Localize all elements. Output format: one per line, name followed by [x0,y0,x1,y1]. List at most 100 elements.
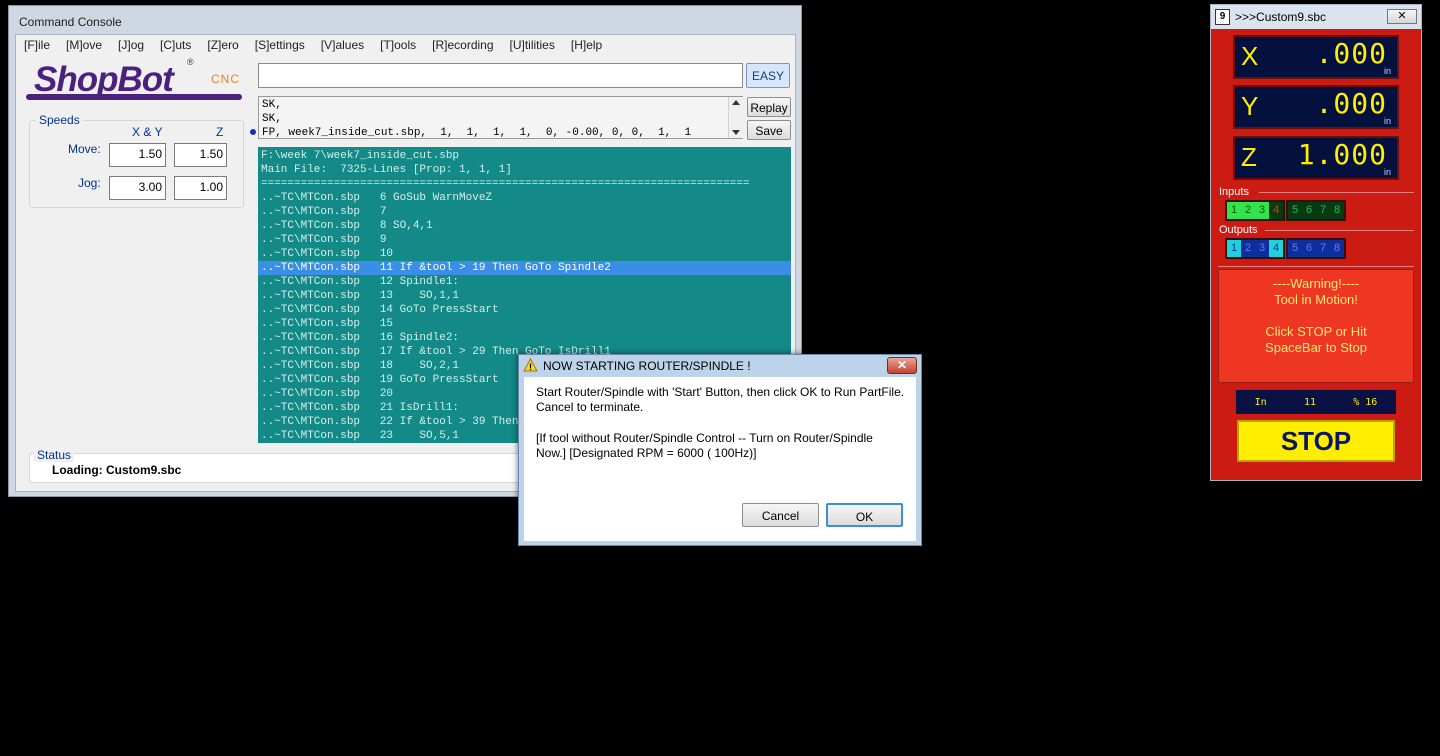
axis-unit: in [1383,167,1391,177]
command-input[interactable] [258,63,743,88]
move-z-speed-field[interactable]: 1.50 [174,143,227,167]
led-group-5-8: 5678 [1286,238,1346,259]
inputs-divider [1259,192,1414,193]
warning-line: Click STOP or Hit [1265,324,1367,339]
stop-button[interactable]: STOP [1237,420,1395,462]
menu-item[interactable]: [R]ecording [424,35,501,55]
axis-letter: Y [1241,91,1259,121]
output-line[interactable]: ..~TC\MTCon.sbp 16 Spindle2: [258,331,791,345]
led-4[interactable]: 4 [1269,240,1283,257]
led-4: 4 [1269,202,1283,219]
warning-divider [1218,266,1414,267]
axis-unit: in [1383,116,1391,126]
led-7[interactable]: 7 [1316,240,1330,257]
position-display-window: 9 >>>Custom9.sbc ✕ X .000 in Y .000 in Z… [1210,4,1422,481]
logo-registered-mark: ® [187,57,194,67]
close-icon[interactable]: ✕ [1387,9,1417,24]
cancel-button[interactable]: Cancel [742,503,819,527]
output-line[interactable]: ..~TC\MTCon.sbp 10 [258,247,791,261]
axis-letter: Z [1241,142,1257,172]
menu-item[interactable]: [Z]ero [199,35,246,55]
outputs-divider [1265,230,1414,231]
line-indicator: 11 [1303,396,1316,408]
output-line[interactable]: ..~TC\MTCon.sbp 9 [258,233,791,247]
history-line[interactable]: SK, [262,112,739,126]
shopbot-logo: ShopBot ® CNC [26,57,246,104]
command-history[interactable]: SK, SK, FP, week7_inside_cut.sbp, 1, 1, 1,… [258,96,743,139]
warning-line: Tool in Motion! [1274,292,1358,307]
led-group-1-4: 1234 [1225,238,1285,259]
menu-item[interactable]: [M]ove [58,35,110,55]
menu-item[interactable]: [S]ettings [247,35,313,55]
led-8[interactable]: 8 [1330,240,1344,257]
status-legend: Status [34,448,75,462]
ok-button[interactable]: OK [826,503,903,527]
move-speed-label: Move: [68,142,101,156]
menu-item[interactable]: [U]tilities [502,35,563,55]
warning-line: SpaceBar to Stop [1265,340,1367,355]
led-2[interactable]: 2 [1241,240,1255,257]
led-6: 6 [1302,202,1316,219]
output-line-selected[interactable]: ..~TC\MTCon.sbp 11 If &tool > 19 Then Go… [258,261,791,275]
output-line[interactable]: ..~TC\MTCon.sbp 6 GoSub WarnMoveZ [258,191,791,205]
led-8: 8 [1330,202,1344,219]
led-5[interactable]: 5 [1288,240,1302,257]
led-7: 7 [1316,202,1330,219]
speeds-col-z: Z [216,125,224,139]
led-1: 1 [1227,202,1241,219]
axis-value: .000 [1315,37,1387,70]
move-xy-speed-field[interactable]: 1.50 [109,143,166,167]
output-line[interactable]: ..~TC\MTCon.sbp 8 SO,4,1 [258,219,791,233]
led-3[interactable]: 3 [1255,240,1269,257]
z-axis-readout[interactable]: Z 1.000 in [1233,136,1399,180]
warning-icon: ! [523,358,538,372]
output-line[interactable]: Main File: 7325-Lines [Prop: 1, 1, 1] [258,163,791,177]
svg-text:!: ! [529,362,532,372]
history-line[interactable]: FP, week7_inside_cut.sbp, 1, 1, 1, 1, 0,… [262,126,739,138]
y-axis-readout[interactable]: Y .000 in [1233,85,1399,129]
history-current-marker [250,129,256,135]
router-start-dialog: ! NOW STARTING ROUTER/SPINDLE ! ✕ Start … [518,354,922,546]
dro-status-bar: In 11 % 16 [1236,390,1396,414]
output-line[interactable]: ..~TC\MTCon.sbp 7 [258,205,791,219]
menu-item[interactable]: [V]alues [313,35,372,55]
led-1[interactable]: 1 [1227,240,1241,257]
output-line[interactable]: F:\week 7\week7_inside_cut.sbp [258,149,791,163]
menu-item[interactable]: [T]ools [372,35,424,55]
axis-unit: in [1383,66,1391,76]
led-group-1-4: 1234 [1225,200,1285,221]
dro-title: >>>Custom9.sbc [1235,10,1327,24]
output-line[interactable]: ..~TC\MTCon.sbp 14 GoTo PressStart [258,303,791,317]
save-button[interactable]: Save [747,120,791,140]
jog-xy-speed-field[interactable]: 3.00 [109,176,166,200]
output-line[interactable]: ..~TC\MTCon.sbp 13 SO,1,1 [258,289,791,303]
output-line[interactable]: ========================================… [258,177,791,191]
menu-item[interactable]: [H]elp [563,35,610,55]
dialog-title: NOW STARTING ROUTER/SPINDLE ! [543,359,751,373]
led-3: 3 [1255,202,1269,219]
menu-item[interactable]: [F]ile [16,35,58,55]
history-line[interactable]: SK, [262,98,739,112]
dialog-message-primary: Start Router/Spindle with 'Start' Button… [536,385,905,414]
replay-button[interactable]: Replay [747,97,791,117]
speeds-legend: Speeds [36,113,83,127]
logo-cnc: CNC [211,72,240,86]
close-icon[interactable]: ✕ [887,357,917,374]
motion-warning: ----Warning!---- Tool in Motion! Click S… [1218,269,1414,383]
axis-letter: X [1241,41,1259,71]
menu-item[interactable]: [J]og [110,35,152,55]
output-line[interactable]: ..~TC\MTCon.sbp 12 Spindle1: [258,275,791,289]
led-6[interactable]: 6 [1302,240,1316,257]
x-axis-readout[interactable]: X .000 in [1233,35,1399,79]
easy-button[interactable]: EASY [746,63,790,88]
axis-value: .000 [1315,87,1387,120]
units-indicator: In [1254,396,1267,408]
speeds-col-xy: X & Y [132,125,163,139]
inputs-label: Inputs [1219,186,1249,198]
jog-z-speed-field[interactable]: 1.00 [174,176,227,200]
menu-item[interactable]: [C]uts [152,35,199,55]
warning-heading: ----Warning!---- [1272,276,1360,291]
history-scrollbar[interactable] [728,97,743,138]
output-line[interactable]: ..~TC\MTCon.sbp 15 [258,317,791,331]
app-icon: 9 [1215,9,1230,25]
